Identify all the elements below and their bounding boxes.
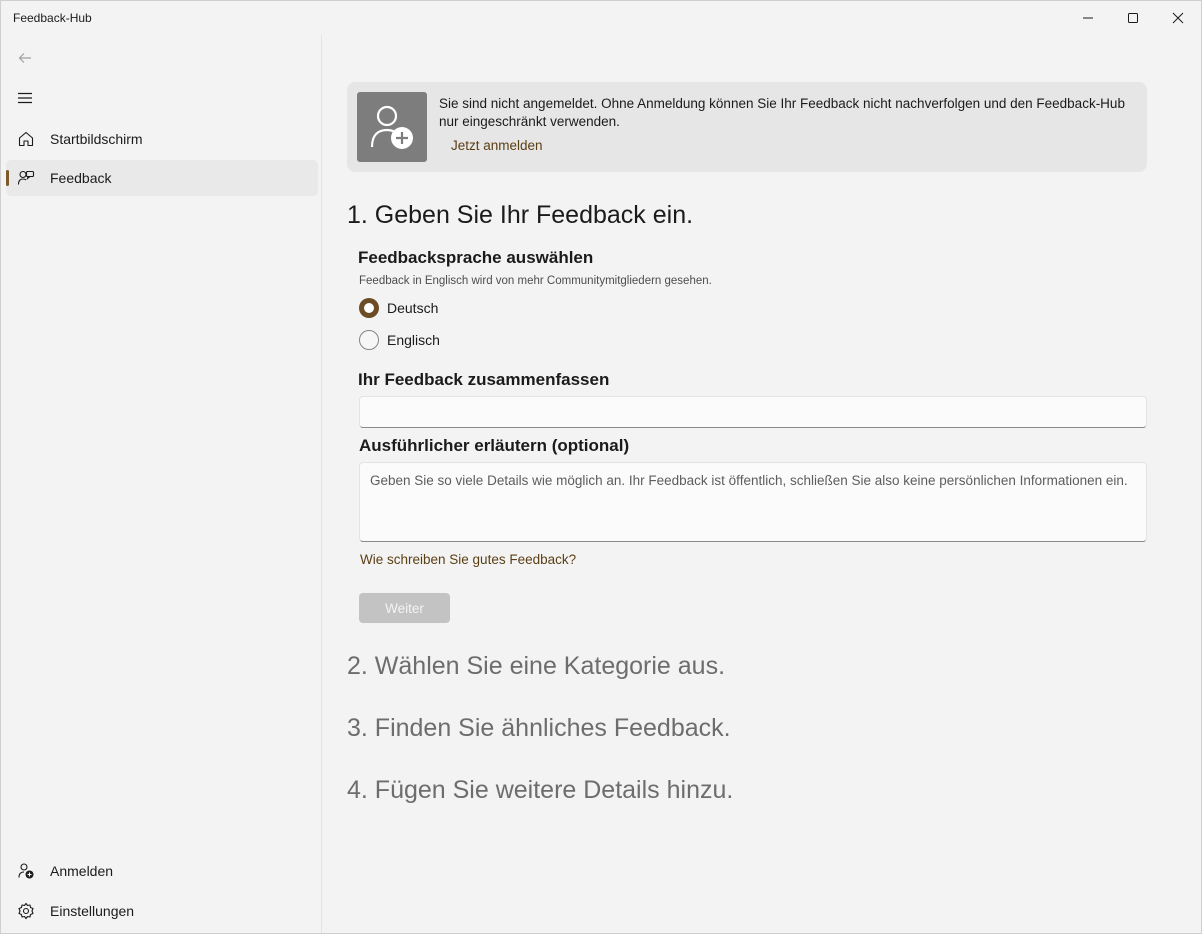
nav-label: Startbildschirm	[50, 131, 143, 147]
back-arrow-icon	[18, 53, 31, 63]
title-bar: Feedback-Hub	[1, 1, 1201, 35]
home-icon	[16, 129, 36, 149]
nav-label: Einstellungen	[50, 903, 135, 919]
back-button[interactable]	[7, 40, 43, 76]
radio-deutsch[interactable]: Deutsch	[359, 297, 438, 319]
help-link[interactable]: Wie schreiben Sie gutes Feedback?	[360, 552, 576, 567]
radio-englisch[interactable]: Englisch	[359, 329, 440, 351]
step-title-3[interactable]: 3. Finden Sie ähnliches Feedback.	[347, 714, 731, 743]
details-heading: Ausführlicher erläutern (optional)	[359, 436, 630, 455]
radio-label: Englisch	[387, 332, 440, 348]
hamburger-icon	[18, 92, 32, 104]
language-heading: Feedbacksprache auswählen	[358, 248, 594, 267]
minimize-icon	[1083, 17, 1093, 19]
language-hint: Feedback in Englisch wird von mehr Commu…	[359, 275, 712, 287]
radio-button-unchecked[interactable]	[359, 330, 379, 350]
close-icon	[1172, 12, 1184, 24]
selection-indicator	[6, 170, 9, 186]
nav-item-anmelden[interactable]: Anmelden	[6, 853, 318, 889]
step-title-2[interactable]: 2. Wählen Sie eine Kategorie aus.	[347, 652, 725, 681]
maximize-icon	[1128, 13, 1138, 23]
step-title-1: 1. Geben Sie Ihr Feedback ein.	[347, 201, 694, 229]
minimize-button[interactable]	[1065, 1, 1111, 35]
sign-in-link[interactable]: Jetzt anmelden	[451, 138, 543, 153]
window-title: Feedback-Hub	[13, 11, 92, 25]
nav-item-startbildschirm[interactable]: Startbildschirm	[6, 121, 318, 157]
next-button[interactable]: Weiter	[359, 593, 450, 623]
nav-label: Feedback	[50, 170, 112, 186]
summary-input[interactable]	[359, 396, 1147, 428]
nav-item-einstellungen[interactable]: Einstellungen	[6, 893, 318, 929]
main-content: Sie sind nicht angemeldet. Ohne Anmeldun…	[323, 35, 1201, 933]
radio-label: Deutsch	[387, 300, 439, 316]
sign-in-banner: Sie sind nicht angemeldet. Ohne Anmeldun…	[347, 82, 1147, 172]
gear-icon	[16, 901, 36, 921]
maximize-button[interactable]	[1110, 1, 1156, 35]
person-add-icon	[357, 92, 427, 162]
app-window: Feedback-Hub Startbildschirm Feedback An…	[0, 0, 1202, 934]
menu-toggle-button[interactable]	[7, 80, 43, 116]
person-add-icon	[16, 861, 36, 881]
nav-item-feedback[interactable]: Feedback	[6, 160, 318, 196]
step-title-4[interactable]: 4. Fügen Sie weitere Details hinzu.	[347, 776, 733, 805]
feedback-icon	[16, 168, 36, 188]
details-textarea[interactable]: Geben Sie so viele Details wie möglich a…	[359, 462, 1147, 542]
radio-button-checked[interactable]	[359, 298, 379, 318]
sign-in-message: Sie sind nicht angemeldet. Ohne Anmeldun…	[439, 96, 1125, 129]
close-button[interactable]	[1155, 1, 1201, 35]
summary-heading: Ihr Feedback zusammenfassen	[358, 370, 610, 389]
navigation-pane: Startbildschirm Feedback Anmelden Einste…	[1, 35, 322, 933]
nav-label: Anmelden	[50, 863, 114, 879]
